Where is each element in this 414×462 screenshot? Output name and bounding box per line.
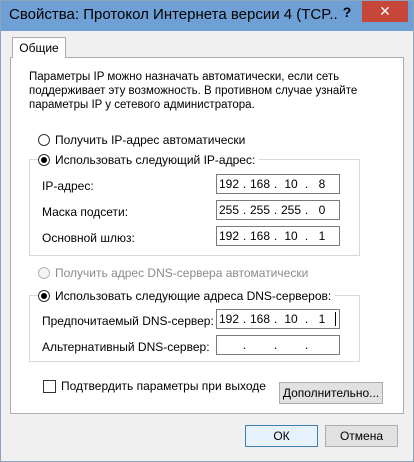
octet: 168 bbox=[249, 312, 271, 326]
preferred-dns-label: Предпочитаемый DNS-сервер: bbox=[42, 314, 214, 328]
default-gateway-field[interactable]: 192. 168. 10. 1 bbox=[216, 226, 340, 246]
close-button[interactable]: ✕ bbox=[362, 1, 408, 22]
radio-use-static-ip[interactable]: Использовать следующий IP-адрес: bbox=[38, 153, 260, 167]
title-bar[interactable]: Свойства: Протокол Интернета версии 4 (T… bbox=[1, 1, 413, 31]
radio-label: Получить адрес DNS-сервера автоматически bbox=[55, 266, 309, 280]
ok-button[interactable]: ОК bbox=[245, 425, 318, 447]
help-button[interactable]: ? bbox=[333, 1, 361, 22]
window-title: Свойства: Протокол Интернета версии 4 (T… bbox=[9, 6, 339, 23]
octet: 168 bbox=[249, 177, 271, 191]
ip-address-label: IP-адрес: bbox=[42, 179, 94, 193]
description-text: Параметры IP можно назначать автоматичес… bbox=[29, 71, 358, 111]
radio-label: Получить IP-адрес автоматически bbox=[55, 133, 246, 147]
octet: 10 bbox=[284, 177, 298, 191]
alternate-dns-field[interactable]: . . . bbox=[216, 335, 340, 355]
octet: 255 bbox=[280, 203, 302, 217]
cancel-button[interactable]: Отмена bbox=[325, 425, 398, 447]
validate-on-exit-checkbox[interactable] bbox=[43, 380, 56, 393]
octet: 255 bbox=[218, 203, 240, 217]
alternate-dns-label: Альтернативный DNS-сервер: bbox=[42, 340, 210, 354]
tab-general[interactable]: Общие bbox=[12, 37, 66, 58]
octet: 192 bbox=[218, 229, 240, 243]
octet: 10 bbox=[284, 312, 298, 326]
octet: 10 bbox=[284, 229, 298, 243]
octet: 1 bbox=[318, 312, 326, 326]
octet: 0 bbox=[318, 203, 326, 217]
octet: 1 bbox=[318, 229, 326, 243]
ip-address-field[interactable]: 192. 168. 10. 8 bbox=[216, 174, 340, 194]
radio-button[interactable] bbox=[38, 134, 50, 146]
octet: 8 bbox=[318, 177, 326, 191]
radio-label: Использовать следующие адреса DNS-сервер… bbox=[55, 289, 332, 303]
validate-on-exit-label[interactable]: Подтвердить параметры при выходе bbox=[61, 379, 266, 393]
radio-button[interactable] bbox=[38, 267, 50, 279]
text-caret bbox=[335, 312, 336, 326]
radio-label: Использовать следующий IP-адрес: bbox=[55, 153, 256, 167]
octet: 255 bbox=[249, 203, 271, 217]
octet: 192 bbox=[218, 312, 240, 326]
preferred-dns-field[interactable]: 192. 168. 10. 1 bbox=[216, 309, 340, 329]
radio-obtain-ip-auto[interactable]: Получить IP-адрес автоматически bbox=[38, 133, 250, 147]
octet: 168 bbox=[249, 229, 271, 243]
subnet-mask-field[interactable]: 255. 255. 255. 0 bbox=[216, 200, 340, 220]
advanced-button[interactable]: Дополнительно... bbox=[279, 382, 383, 404]
default-gateway-label: Основной шлюз: bbox=[42, 231, 135, 245]
radio-obtain-dns-auto[interactable]: Получить адрес DNS-сервера автоматически bbox=[38, 266, 313, 280]
radio-button[interactable] bbox=[38, 154, 50, 166]
radio-button[interactable] bbox=[38, 290, 50, 302]
radio-use-static-dns[interactable]: Использовать следующие адреса DNS-сервер… bbox=[38, 289, 336, 303]
subnet-mask-label: Маска подсети: bbox=[42, 205, 129, 219]
octet: 192 bbox=[218, 177, 240, 191]
